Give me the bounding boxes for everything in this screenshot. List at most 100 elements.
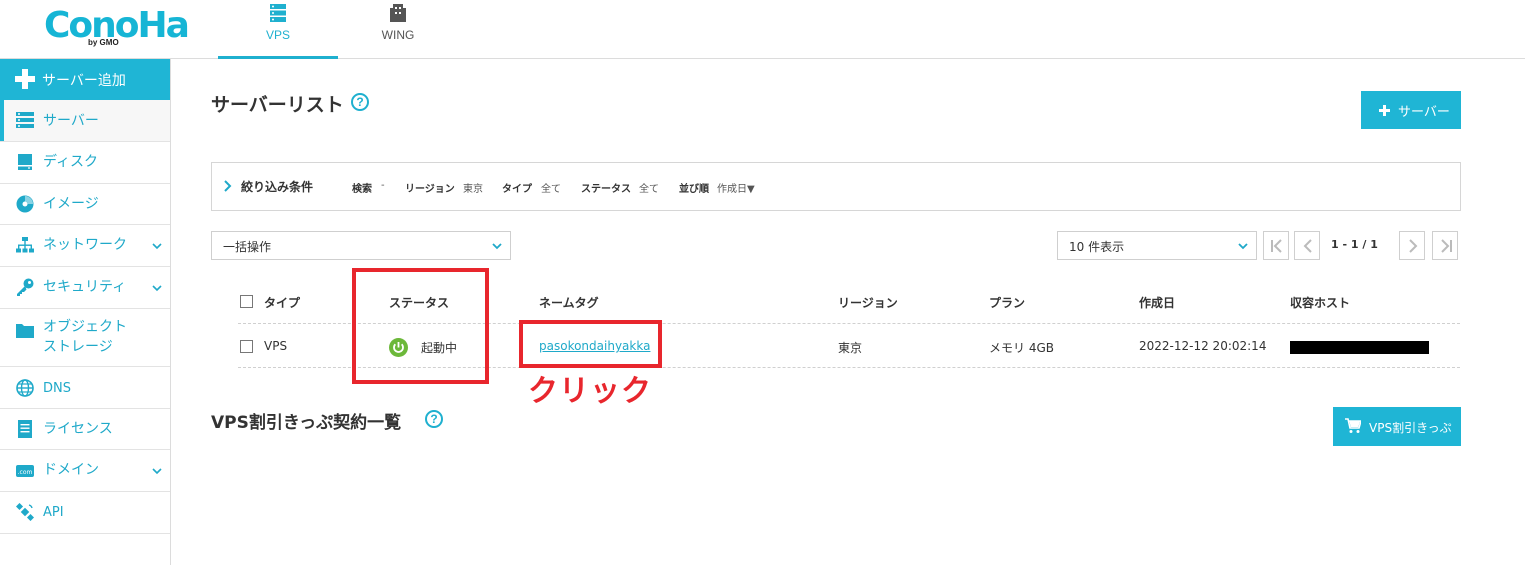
network-icon — [16, 237, 34, 253]
sidebar-item-label: ネットワーク — [43, 237, 127, 253]
filter-title: 絞り込み条件 — [241, 180, 314, 194]
sidebar-item-label: API — [43, 505, 64, 520]
plus-icon — [15, 69, 35, 89]
sidebar-item-network[interactable]: ネットワーク — [0, 225, 170, 267]
filter-type-label: タイプ — [502, 184, 532, 195]
annotation-click-text: クリック — [528, 374, 652, 409]
column-header-nametag[interactable]: ネームタグ — [539, 294, 599, 311]
cart-icon — [1345, 418, 1361, 433]
add-server-button-label: サーバー — [1398, 105, 1450, 120]
column-header-plan[interactable]: プラン — [989, 294, 1025, 311]
sidebar-item-label: ライセンス — [43, 421, 113, 437]
tab-wing-label: WING — [381, 28, 415, 42]
logo-sub: by GMO — [88, 38, 119, 47]
chevron-down-icon — [1238, 243, 1248, 250]
filter-region-label: リージョン — [405, 184, 455, 195]
first-page-button[interactable] — [1263, 231, 1289, 260]
active-indicator — [0, 100, 4, 141]
tab-active-indicator — [218, 56, 338, 59]
sidebar-item-label: イメージ — [43, 196, 99, 212]
sidebar: サーバー追加 サーバー ディスク イメージ ネットワーク セキュリティ オブジェ… — [0, 59, 171, 565]
chevron-right-icon — [1409, 239, 1418, 253]
last-page-button[interactable] — [1432, 231, 1458, 260]
sidebar-item-label-line1: オブジェクト — [43, 319, 127, 335]
chevron-right-icon — [224, 180, 232, 192]
add-server-label: サーバー追加 — [42, 73, 126, 89]
sidebar-item-label: セキュリティ — [43, 279, 127, 295]
chevron-down-icon — [152, 468, 162, 475]
sidebar-item-label: ディスク — [43, 154, 99, 170]
server-icon — [16, 112, 34, 128]
sidebar-item-license[interactable]: ライセンス — [0, 409, 170, 450]
select-all-checkbox[interactable] — [240, 295, 253, 308]
next-page-button[interactable] — [1399, 231, 1425, 260]
filter-status-label: ステータス — [581, 184, 631, 195]
annotation-box-nametag — [519, 320, 662, 368]
sidebar-item-label: ドメイン — [43, 462, 99, 478]
sidebar-item-disk[interactable]: ディスク — [0, 142, 170, 184]
disk-icon — [18, 154, 32, 170]
sidebar-item-image[interactable]: イメージ — [0, 184, 170, 225]
ticket-section-title: VPS割引きっぷ契約一覧 — [211, 413, 402, 433]
first-page-icon — [1271, 239, 1282, 253]
tab-wing[interactable]: WING — [338, 0, 458, 58]
pagination-info: 1 - 1 / 1 — [1331, 238, 1378, 251]
image-disc-icon — [16, 195, 34, 213]
filter-search-value: - — [381, 180, 385, 191]
chevron-down-icon — [492, 243, 502, 250]
help-icon[interactable]: ? — [425, 410, 443, 428]
sidebar-item-label: DNS — [43, 381, 71, 396]
sidebar-item-domain[interactable]: .com ドメイン — [0, 450, 170, 492]
satellite-icon — [16, 503, 34, 521]
filter-type-value: 全て — [541, 184, 561, 195]
cell-type: VPS — [264, 339, 288, 353]
redacted-host — [1290, 341, 1429, 354]
chevron-left-icon — [1303, 239, 1312, 253]
sidebar-item-label: サーバー — [43, 113, 99, 129]
prev-page-button[interactable] — [1294, 231, 1320, 260]
sidebar-item-api[interactable]: API — [0, 492, 170, 534]
filter-sort-label: 並び順 — [679, 184, 709, 195]
last-page-icon — [1441, 239, 1452, 253]
annotation-box-status — [352, 268, 489, 384]
column-header-region[interactable]: リージョン — [838, 294, 898, 311]
column-header-created[interactable]: 作成日 — [1139, 294, 1175, 311]
help-icon[interactable]: ? — [351, 93, 369, 111]
vps-ticket-button[interactable]: VPS割引きっぷ — [1333, 407, 1461, 446]
sidebar-item-dns[interactable]: DNS — [0, 367, 170, 409]
tab-vps[interactable]: VPS — [218, 0, 338, 59]
folder-icon — [16, 324, 34, 338]
wing-building-icon — [390, 4, 406, 22]
server-stack-icon — [270, 4, 286, 22]
cell-region: 東京 — [838, 341, 863, 355]
filter-region-value: 東京 — [463, 184, 483, 195]
top-header: ConoHa by GMO VPS WING — [0, 0, 1525, 59]
per-page-value: 10 件表示 — [1069, 240, 1125, 254]
chevron-down-icon — [152, 285, 162, 292]
svg-text:.com: .com — [18, 469, 33, 476]
filter-sort-value: 作成日▼ — [717, 184, 755, 195]
sidebar-item-label-line2: ストレージ — [43, 339, 113, 355]
add-server-button[interactable]: サーバー — [1361, 91, 1461, 129]
key-icon — [17, 278, 34, 296]
filter-search-label: 検索 — [352, 184, 372, 195]
document-icon — [18, 420, 32, 438]
tab-vps-label: VPS — [265, 28, 290, 42]
page-title: サーバーリスト — [211, 94, 344, 116]
filter-status-value: 全て — [639, 184, 659, 195]
globe-icon — [16, 379, 34, 397]
chevron-down-icon — [152, 243, 162, 250]
conoha-logo[interactable]: ConoHa by GMO — [44, 4, 190, 50]
row-checkbox[interactable] — [240, 340, 253, 353]
add-server-sidebar-button[interactable]: サーバー追加 — [0, 59, 170, 100]
vps-ticket-button-label: VPS割引きっぷ — [1369, 421, 1452, 435]
dotcom-icon: .com — [16, 465, 34, 477]
sidebar-item-server[interactable]: サーバー — [0, 100, 170, 142]
bulk-action-select[interactable]: 一括操作 — [211, 231, 511, 260]
column-header-type[interactable]: タイプ — [264, 294, 300, 311]
column-header-host[interactable]: 収容ホスト — [1290, 294, 1350, 311]
sidebar-item-object-storage[interactable]: オブジェクト ストレージ — [0, 309, 170, 367]
sidebar-item-security[interactable]: セキュリティ — [0, 267, 170, 309]
filter-panel[interactable]: 絞り込み条件 検索 - リージョン 東京 タイプ 全て ステータス 全て 並び順… — [211, 162, 1461, 211]
per-page-select[interactable]: 10 件表示 — [1057, 231, 1257, 260]
